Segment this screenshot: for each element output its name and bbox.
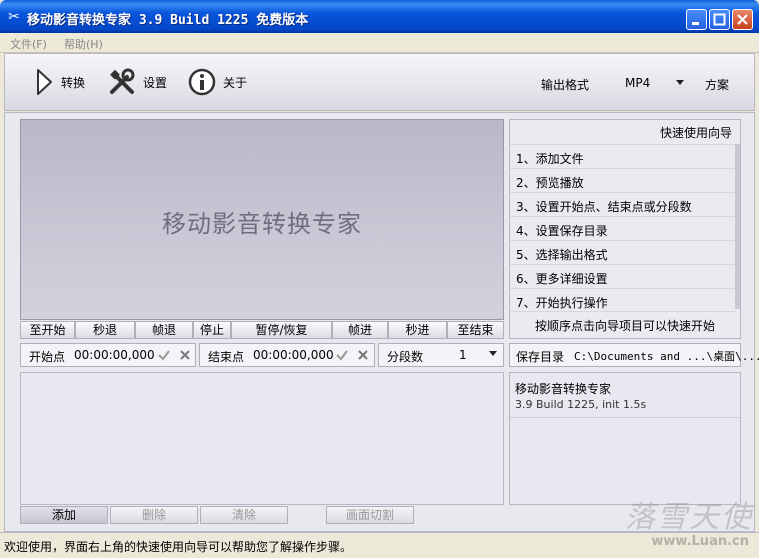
pause-resume-button[interactable]: 暂停/恢复 xyxy=(231,321,332,339)
to-end-button[interactable]: 至结束 xyxy=(447,321,504,339)
menu-help[interactable]: 帮助(H) xyxy=(64,36,103,52)
guide-footer: 按顺序点击向导项目可以快速开始 xyxy=(534,319,715,333)
guide-item-add-file[interactable]: 1、添加文件 xyxy=(510,144,736,168)
guide-item-set-points[interactable]: 3、设置开始点、结束点或分段数 xyxy=(510,192,736,216)
delete-button[interactable]: 删除 xyxy=(110,506,198,524)
settings-label: 设置 xyxy=(143,75,168,90)
output-format-select[interactable]: MP4 xyxy=(625,76,650,90)
preview-placeholder: 移动影音转换专家 xyxy=(162,210,362,238)
clear-icon[interactable] xyxy=(356,348,370,362)
close-icon xyxy=(737,14,748,25)
end-point-row: 结束点 00:00:00,000 xyxy=(199,343,375,367)
guide-item-more-settings[interactable]: 6、更多详细设置 xyxy=(510,264,736,288)
maximize-icon xyxy=(713,13,726,26)
guide-title: 快速使用向导 xyxy=(659,126,732,140)
check-icon[interactable] xyxy=(157,348,171,362)
start-point-row: 开始点 00:00:00,000 xyxy=(20,343,196,367)
tools-icon xyxy=(110,68,135,94)
info-app-name: 移动影音转换专家 xyxy=(515,382,612,396)
segments-row: 分段数 1 xyxy=(378,343,504,367)
scheme-button[interactable]: 方案 xyxy=(705,76,729,93)
convert-button[interactable]: 转换 xyxy=(33,66,85,98)
dropdown-arrow-icon[interactable] xyxy=(488,350,502,364)
menu-file[interactable]: 文件(F) xyxy=(10,36,47,52)
guide-item-preview[interactable]: 2、预览播放 xyxy=(510,168,736,192)
save-dir-path[interactable]: C:\Documents and ...\桌面\... xyxy=(574,348,759,364)
scissors-icon: ✂ xyxy=(8,9,20,25)
quick-guide-panel: 快速使用向导 1、添加文件 2、预览播放 3、设置开始点、结束点或分段数 4、设… xyxy=(509,119,741,339)
video-preview[interactable]: 移动影音转换专家 xyxy=(20,119,504,320)
second-forward-button[interactable]: 秒进 xyxy=(388,321,447,339)
info-panel: 移动影音转换专家 3.9 Build 1225, init 1.5s xyxy=(509,372,741,505)
guide-scrollbar[interactable] xyxy=(735,144,740,309)
frame-back-button[interactable]: 帧退 xyxy=(135,321,193,339)
close-button[interactable] xyxy=(732,9,753,30)
about-label: 关于 xyxy=(223,75,248,90)
to-start-button[interactable]: 至开始 xyxy=(20,321,75,339)
convert-label: 转换 xyxy=(61,75,86,90)
dropdown-arrow-icon[interactable] xyxy=(675,79,685,87)
title-bar[interactable]: ✂ 移动影音转换专家 3.9 Build 1225 免费版本 xyxy=(0,0,759,33)
watermark-logo: 落雪天使 xyxy=(625,500,753,535)
stop-button[interactable]: 停止 xyxy=(193,321,231,339)
play-icon xyxy=(37,69,52,95)
clear-button[interactable]: 清除 xyxy=(200,506,288,524)
end-point-time[interactable]: 00:00:00,000 xyxy=(253,348,334,362)
app-window: ✂ 移动影音转换专家 3.9 Build 1225 免费版本 文件(F) 帮助(… xyxy=(0,0,759,558)
about-button[interactable]: 关于 xyxy=(187,66,247,98)
minimize-button[interactable] xyxy=(686,9,707,30)
save-dir-label: 保存目录 xyxy=(516,350,565,364)
end-point-label: 结束点 xyxy=(208,350,245,364)
guide-item-start[interactable]: 7、开始执行操作 xyxy=(510,288,736,312)
window-title: 移动影音转换专家 3.9 Build 1225 免费版本 xyxy=(27,13,309,28)
info-version: 3.9 Build 1225, init 1.5s xyxy=(515,398,647,411)
save-dir-row: 保存目录 C:\Documents and ...\桌面\... xyxy=(509,343,759,367)
maximize-button[interactable] xyxy=(709,9,730,30)
clear-icon[interactable] xyxy=(178,348,192,362)
segments-label: 分段数 xyxy=(387,350,424,364)
settings-button[interactable]: 设置 xyxy=(107,66,167,98)
output-format-label: 输出格式 xyxy=(541,78,590,92)
minimize-icon xyxy=(692,22,699,25)
info-divider xyxy=(510,417,740,418)
start-point-label: 开始点 xyxy=(29,350,66,364)
crop-button[interactable]: 画面切割 xyxy=(326,506,414,524)
watermark-url: www.Luan.cn xyxy=(651,534,749,549)
guide-item-output-format[interactable]: 5、选择输出格式 xyxy=(510,240,736,264)
playback-controls: 至开始 秒退 帧退 停止 暂停/恢复 帧进 秒进 至结束 xyxy=(20,321,504,339)
status-text: 欢迎使用，界面右上角的快速使用向导可以帮助您了解操作步骤。 xyxy=(4,540,353,554)
menu-bar: 文件(F) 帮助(H) xyxy=(0,33,759,53)
check-icon[interactable] xyxy=(335,348,349,362)
second-back-button[interactable]: 秒退 xyxy=(75,321,135,339)
segments-select[interactable]: 1 xyxy=(459,348,467,362)
file-list[interactable] xyxy=(20,372,504,505)
add-button[interactable]: 添加 xyxy=(20,506,108,524)
frame-forward-button[interactable]: 帧进 xyxy=(332,321,388,339)
toolbar: 转换 设置 关于 输出格式 MP4 方案 xyxy=(4,53,755,111)
guide-item-save-dir[interactable]: 4、设置保存目录 xyxy=(510,216,736,240)
info-icon xyxy=(188,68,216,96)
start-point-time[interactable]: 00:00:00,000 xyxy=(74,348,155,362)
